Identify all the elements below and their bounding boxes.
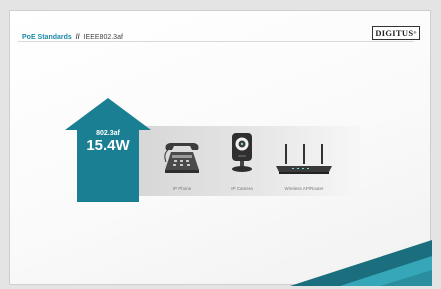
decorative-corner (290, 240, 432, 286)
title-subtitle: IEEE802.3af (83, 34, 123, 41)
logo-text: DIGITUS (375, 28, 414, 38)
logo-registered-mark: ® (413, 30, 417, 35)
ip-camera-icon (232, 133, 252, 172)
device-label-wireless-router: Wireless AP/Router (284, 186, 324, 191)
header-divider (18, 41, 414, 42)
ip-phone-icon (164, 143, 199, 173)
wireless-router-icon (276, 144, 332, 174)
device-label-ip-camera: IP Camera (231, 186, 253, 191)
arrow-power: 15.4W (86, 137, 130, 154)
title-separator: // (75, 34, 80, 41)
title-main: PoE Standards (22, 34, 72, 41)
device-label-ip-phone: IP Phone (172, 186, 192, 191)
digitus-logo: DIGITUS® (372, 26, 420, 40)
